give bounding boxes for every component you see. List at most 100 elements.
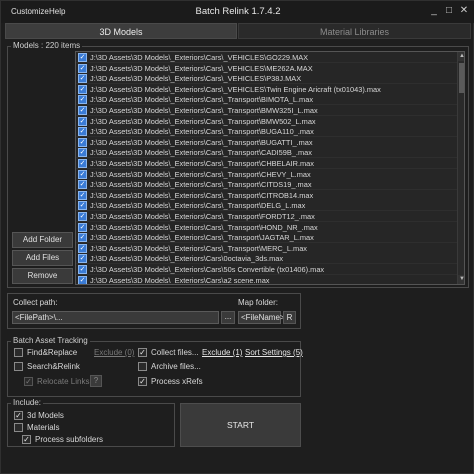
process-xrefs-checkbox[interactable]: ✓ (138, 377, 147, 386)
list-item[interactable]: ✓ J:\3D Assets\3D Models\_Exteriors\Cars\… (76, 232, 457, 244)
list-item[interactable]: ✓ J:\3D Assets\3D Models\_Exteriors\Cars\… (76, 73, 457, 85)
list-item-checkbox[interactable]: ✓ (78, 275, 87, 284)
list-item-path: J:\3D Assets\3D Models\_Exteriors\Cars\_… (90, 190, 314, 200)
tab-3d-models[interactable]: 3D Models (5, 23, 237, 39)
list-item-path: J:\3D Assets\3D Models\_Exteriors\Cars\_… (90, 74, 302, 84)
relocate-help-button[interactable]: ? (90, 375, 102, 387)
list-item[interactable]: ✓ J:\3D Assets\3D Models\_Exteriors\Cars\… (76, 242, 457, 254)
list-item[interactable]: ✓ J:\3D Assets\3D Models\_Exteriors\Cars\… (76, 136, 457, 148)
list-item[interactable]: ✓ J:\3D Assets\3D Models\_Exteriors\Cars\… (76, 126, 457, 138)
collect-files-checkbox[interactable]: ✓ (138, 348, 147, 357)
process-subfolders-checkbox[interactable]: ✓ (22, 435, 31, 444)
tab-material-libraries[interactable]: Material Libraries (238, 23, 471, 39)
map-folder-label: Map folder: (238, 298, 279, 307)
list-item[interactable]: ✓ J:\3D Assets\3D Models\_Exteriors\Cars\… (76, 83, 457, 95)
list-item[interactable]: ✓ J:\3D Assets\3D Models\_Exteriors\Cars\… (76, 274, 457, 285)
archive-files-label: Archive files... (151, 362, 201, 371)
list-item-checkbox[interactable]: ✓ (78, 254, 87, 264)
find-replace-checkbox[interactable] (14, 348, 23, 357)
title-bar: Customize Help Batch Relink 1.7.4.2 _ □ … (1, 1, 474, 23)
models-list[interactable]: ✓ J:\3D Assets\3D Models\_Exteriors\Cars\… (75, 51, 465, 285)
list-item-checkbox[interactable]: ✓ (78, 95, 87, 105)
list-item[interactable]: ✓ J:\3D Assets\3D Models\_Exteriors\Cars\… (76, 179, 457, 191)
list-item-path: J:\3D Assets\3D Models\_Exteriors\Cars\_… (90, 106, 318, 115)
list-item[interactable]: ✓ J:\3D Assets\3D Models\_Exteriors\Cars\… (76, 253, 457, 265)
sort-settings-link[interactable]: Sort Settings (5) (245, 348, 303, 357)
list-item-path: J:\3D Assets\3D Models\_Exteriors\Cars\_… (90, 116, 316, 126)
search-relink-checkbox[interactable] (14, 362, 23, 371)
list-item[interactable]: ✓ J:\3D Assets\3D Models\_Exteriors\Cars\… (76, 264, 457, 275)
list-item-path: J:\3D Assets\3D Models\_Exteriors\Cars\_… (90, 53, 309, 62)
list-item-checkbox[interactable]: ✓ (78, 190, 87, 200)
list-item-checkbox[interactable]: ✓ (78, 265, 87, 274)
maximize-icon[interactable]: □ (443, 5, 455, 17)
list-item[interactable]: ✓ J:\3D Assets\3D Models\_Exteriors\Cars\… (76, 94, 457, 106)
list-item[interactable]: ✓ J:\3D Assets\3D Models\_Exteriors\Cars\… (76, 52, 457, 63)
batch-asset-tracking-title: Batch Asset Tracking (11, 336, 90, 345)
list-item[interactable]: ✓ J:\3D Assets\3D Models\_Exteriors\Cars\… (76, 189, 457, 201)
list-item-checkbox[interactable]: ✓ (78, 53, 87, 62)
browse-button[interactable]: ... (221, 311, 235, 324)
collect-path-field[interactable]: <FilePath>\... (12, 311, 219, 324)
start-button[interactable]: START (180, 403, 301, 447)
list-item-path: J:\3D Assets\3D Models\_Exteriors\Cars\_… (90, 95, 314, 105)
list-item[interactable]: ✓ J:\3D Assets\3D Models\_Exteriors\Cars\… (76, 200, 457, 212)
list-item-checkbox[interactable]: ✓ (78, 169, 87, 179)
list-item-path: J:\3D Assets\3D Models\_Exteriors\Cars\_… (90, 127, 314, 137)
list-item-checkbox[interactable]: ✓ (78, 201, 87, 211)
remove-button[interactable]: Remove (12, 268, 73, 284)
list-item[interactable]: ✓ J:\3D Assets\3D Models\_Exteriors\Cars\… (76, 158, 457, 169)
include-3d-models-checkbox[interactable]: ✓ (14, 411, 23, 420)
list-item-checkbox[interactable]: ✓ (78, 222, 87, 232)
list-item-path: J:\3D Assets\3D Models\_Exteriors\Cars\_… (90, 137, 313, 147)
map-r-button[interactable]: R (283, 311, 296, 324)
list-item[interactable]: ✓ J:\3D Assets\3D Models\_Exteriors\Cars\… (76, 115, 457, 127)
list-item-path: J:\3D Assets\3D Models\_Exteriors\Cars\_… (90, 233, 314, 243)
scroll-thumb[interactable] (459, 63, 464, 93)
exclude-0-link[interactable]: Exclude (0) (94, 348, 134, 357)
list-item[interactable]: ✓ J:\3D Assets\3D Models\_Exteriors\Cars\… (76, 211, 457, 222)
list-item-path: J:\3D Assets\3D Models\_Exteriors\Cars\a… (90, 275, 270, 285)
scroll-up-icon[interactable]: ▲ (458, 52, 464, 61)
app-window: Customize Help Batch Relink 1.7.4.2 _ □ … (0, 0, 474, 474)
archive-files-checkbox[interactable] (138, 362, 147, 371)
close-icon[interactable]: ✕ (458, 5, 470, 17)
list-item-checkbox[interactable]: ✓ (78, 159, 87, 168)
list-item-checkbox[interactable]: ✓ (78, 116, 87, 126)
include-materials-checkbox[interactable] (14, 423, 23, 432)
list-item-checkbox[interactable]: ✓ (78, 74, 87, 84)
relocate-links-checkbox[interactable]: ✓ (24, 377, 33, 386)
list-item-checkbox[interactable]: ✓ (78, 243, 87, 253)
list-item[interactable]: ✓ J:\3D Assets\3D Models\_Exteriors\Cars\… (76, 221, 457, 233)
list-item-checkbox[interactable]: ✓ (78, 233, 87, 243)
minimize-icon[interactable]: _ (428, 5, 440, 17)
list-scrollbar[interactable]: ▲ ▼ (457, 52, 464, 284)
list-item-path: J:\3D Assets\3D Models\_Exteriors\Cars\_… (90, 84, 381, 94)
map-folder-field[interactable]: <FileName> (238, 311, 285, 324)
list-item-checkbox[interactable]: ✓ (78, 137, 87, 147)
models-list-rows: ✓ J:\3D Assets\3D Models\_Exteriors\Cars\… (76, 52, 457, 285)
list-item[interactable]: ✓ J:\3D Assets\3D Models\_Exteriors\Cars\… (76, 62, 457, 74)
list-item-path: J:\3D Assets\3D Models\_Exteriors\Cars\5… (90, 265, 325, 274)
add-folder-button[interactable]: Add Folder (12, 232, 73, 248)
list-item-checkbox[interactable]: ✓ (78, 84, 87, 94)
list-item[interactable]: ✓ J:\3D Assets\3D Models\_Exteriors\Cars\… (76, 105, 457, 116)
list-item-checkbox[interactable]: ✓ (78, 106, 87, 115)
list-item-path: J:\3D Assets\3D Models\_Exteriors\Cars\_… (90, 243, 307, 253)
list-item-checkbox[interactable]: ✓ (78, 63, 87, 73)
list-item-checkbox[interactable]: ✓ (78, 180, 87, 190)
list-item[interactable]: ✓ J:\3D Assets\3D Models\_Exteriors\Cars\… (76, 168, 457, 180)
list-item-checkbox[interactable]: ✓ (78, 212, 87, 221)
list-item-path: J:\3D Assets\3D Models\_Exteriors\Cars\_… (90, 222, 318, 232)
search-relink-label: Search&Relink (27, 362, 80, 371)
include-materials-label: Materials (27, 423, 60, 432)
list-item-path: J:\3D Assets\3D Models\_Exteriors\Cars\_… (90, 63, 313, 73)
list-item-path: J:\3D Assets\3D Models\_Exteriors\Cars\_… (90, 201, 306, 211)
relocate-links-label: Relocate Links (37, 377, 90, 386)
list-item[interactable]: ✓ J:\3D Assets\3D Models\_Exteriors\Cars\… (76, 147, 457, 159)
add-files-button[interactable]: Add Files (12, 250, 73, 266)
list-item-checkbox[interactable]: ✓ (78, 127, 87, 137)
scroll-down-icon[interactable]: ▼ (458, 275, 464, 284)
list-item-checkbox[interactable]: ✓ (78, 148, 87, 158)
exclude-1-link[interactable]: Exclude (1) (202, 348, 242, 357)
